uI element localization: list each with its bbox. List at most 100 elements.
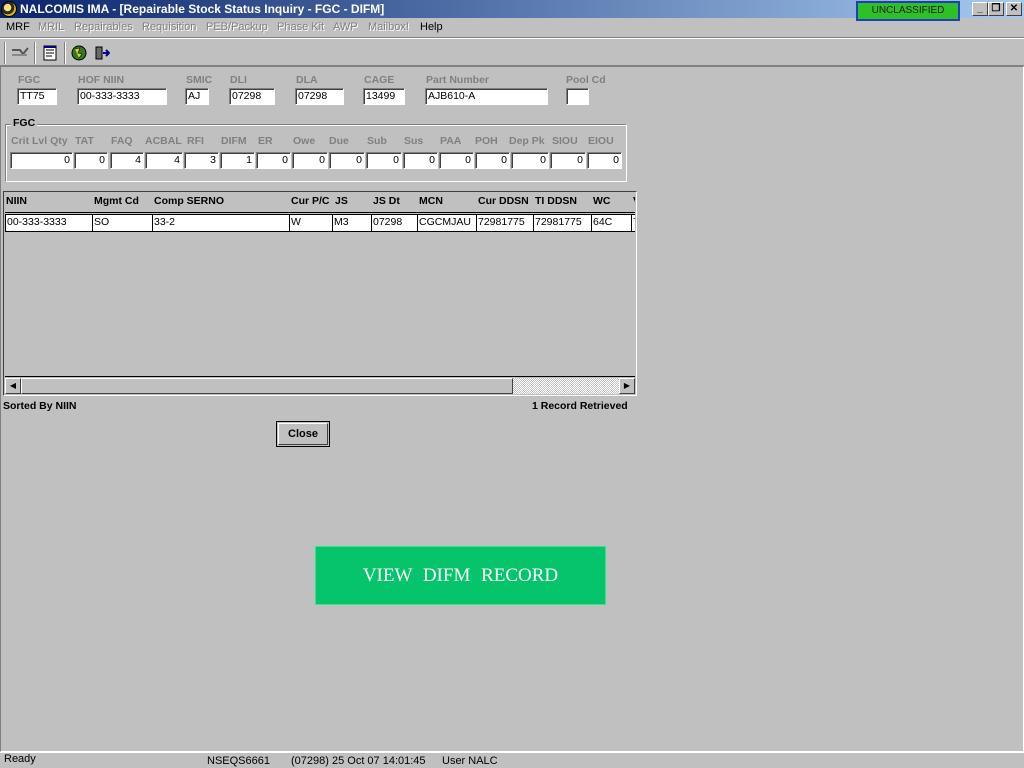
toolbar-separator — [34, 42, 36, 64]
exit-door-icon[interactable] — [91, 42, 113, 64]
smic-field[interactable]: AJ — [185, 88, 209, 105]
table-row-cell-js-dt[interactable]: 07298 — [371, 214, 418, 232]
table-row-cell-js[interactable]: M3 — [332, 214, 372, 232]
column-header-comp-serno[interactable]: Comp SERNO — [154, 195, 224, 207]
close-window-button[interactable]: ✕ — [1006, 2, 1022, 16]
faq-field[interactable]: 4 — [110, 152, 144, 169]
acbal-label: ACBAL — [145, 135, 182, 147]
dep-pk-label: Dep Pk — [509, 135, 545, 147]
tat-field[interactable]: 0 — [74, 152, 108, 169]
column-header-cur-pc[interactable]: Cur P/C — [291, 195, 330, 207]
hof-niin-field[interactable]: 00-333-3333 — [77, 88, 167, 105]
table-row-cell-mcn[interactable]: CGCMJAU — [417, 214, 477, 232]
report-icon[interactable] — [39, 42, 61, 64]
menu-repairables[interactable]: Repairables — [74, 21, 133, 33]
hof-niin-label: HOF NIIN — [78, 74, 125, 86]
menu-awp[interactable]: AWP — [333, 21, 358, 33]
cage-label: CAGE — [364, 74, 395, 86]
fgc-label: FGC — [18, 74, 41, 86]
column-header-js[interactable]: JS — [335, 195, 348, 207]
restore-button[interactable]: ❐ — [988, 2, 1004, 16]
fgc-group-title: FGC — [11, 117, 38, 129]
paa-label: PAA — [440, 135, 462, 147]
status-bar: Ready NSEQS6661 (07298) 25 Oct 07 14:01:… — [0, 752, 1024, 768]
menu-mril[interactable]: MRIL — [38, 21, 64, 33]
column-header-niin[interactable]: NIIN — [6, 195, 27, 207]
poh-field[interactable]: 0 — [475, 152, 510, 169]
toolbar-separator — [4, 42, 6, 64]
sus-field[interactable]: 0 — [403, 152, 438, 169]
menu-requisition[interactable]: Requisition — [142, 21, 196, 33]
horizontal-scrollbar[interactable]: ◀ ▶ — [5, 378, 635, 394]
part-number-field[interactable]: AJB610-A — [425, 88, 548, 105]
table-row-cell-cur-ddsn[interactable]: 72981775 — [476, 214, 534, 232]
dli-label: DLI — [230, 74, 247, 86]
scroll-right-arrow-icon[interactable]: ▶ — [619, 378, 635, 394]
smic-label: SMIC — [186, 74, 213, 86]
due-label: Due — [329, 135, 349, 147]
rfi-field[interactable]: 3 — [184, 152, 219, 169]
table-row-cell-mgmt-cd[interactable]: SO — [92, 214, 153, 232]
siou-label: SIOU — [552, 135, 578, 147]
globe-navigate-icon[interactable] — [68, 42, 90, 64]
scroll-left-arrow-icon[interactable]: ◀ — [5, 378, 21, 394]
sus-label: Sus — [404, 135, 424, 147]
menu-mrf[interactable]: MRF — [6, 21, 30, 33]
column-header-cur-ddsn[interactable]: Cur DDSN — [478, 195, 529, 207]
dep-pk-field[interactable]: 0 — [511, 152, 549, 169]
edit-pen-icon[interactable] — [9, 42, 31, 64]
acbal-field[interactable]: 4 — [145, 152, 183, 169]
eiou-field[interactable]: 0 — [587, 152, 622, 169]
pool-cd-field[interactable] — [566, 88, 589, 105]
table-row-cell-v[interactable]: 7 — [631, 214, 635, 232]
difm-field[interactable]: 1 — [220, 152, 255, 169]
table-row-cell-ti-ddsn[interactable]: 72981775 — [533, 214, 592, 232]
menu-phase-kit[interactable]: Phase Kit — [277, 21, 324, 33]
table-row-cell-wc[interactable]: 64C — [591, 214, 632, 232]
close-button[interactable]: Close — [276, 421, 330, 447]
header-divider — [5, 212, 635, 213]
sub-label: Sub — [367, 135, 387, 147]
minimize-button[interactable]: _ — [972, 2, 988, 16]
er-label: ER — [258, 135, 273, 147]
sub-field[interactable]: 0 — [366, 152, 402, 169]
column-header-wc[interactable]: WC — [593, 195, 611, 207]
app-icon[interactable] — [1, 1, 17, 17]
paa-field[interactable]: 0 — [439, 152, 474, 169]
results-grid[interactable]: NIIN Mgmt Cd Comp SERNO Cur P/C JS JS Dt… — [3, 191, 637, 396]
eiou-label: EIOU — [588, 135, 614, 147]
sorted-by-label: Sorted By NIIN — [3, 400, 77, 412]
column-header-js-dt[interactable]: JS Dt — [373, 195, 400, 207]
menu-help[interactable]: Help — [420, 21, 443, 33]
status-state: Ready — [4, 753, 36, 765]
owe-field[interactable]: 0 — [292, 152, 328, 169]
table-row-cell-niin[interactable]: 00-333-3333 — [5, 214, 93, 232]
column-header-mcn[interactable]: MCN — [419, 195, 443, 207]
menu-peb-packup[interactable]: PEB/Packup — [206, 21, 268, 33]
tat-label: TAT — [75, 135, 94, 147]
faq-label: FAQ — [111, 135, 133, 147]
fgc-field[interactable]: TT75 — [17, 88, 57, 105]
scroll-thumb[interactable] — [21, 378, 513, 394]
menu-bar: MRF MRIL Repairables Requisition PEB/Pac… — [0, 18, 1024, 38]
grid-viewport: NIIN Mgmt Cd Comp SERNO Cur P/C JS JS Dt… — [5, 193, 635, 377]
er-field[interactable]: 0 — [256, 152, 291, 169]
cage-field[interactable]: 13499 — [363, 88, 405, 105]
column-header-ti-ddsn[interactable]: TI DDSN — [535, 195, 577, 207]
crit-lvl-qty-field[interactable]: 0 — [10, 152, 73, 169]
due-field[interactable]: 0 — [329, 152, 365, 169]
status-date-time: (07298) 25 Oct 07 14:01:45 — [291, 755, 426, 767]
records-retrieved-label: 1 Record Retrieved — [532, 400, 628, 412]
part-number-label: Part Number — [426, 74, 490, 86]
dli-field[interactable]: 07298 — [229, 88, 275, 105]
dla-field[interactable]: 07298 — [295, 88, 344, 105]
siou-field[interactable]: 0 — [550, 152, 586, 169]
scroll-track[interactable] — [513, 378, 619, 394]
column-header-mgmt-cd[interactable]: Mgmt Cd — [94, 195, 139, 207]
rfi-label: RFI — [187, 135, 204, 147]
difm-label: DIFM — [221, 135, 247, 147]
table-row-cell-comp-serno[interactable]: 33-2 — [152, 214, 290, 232]
column-header-v[interactable]: V — [633, 195, 635, 207]
menu-mailbox[interactable]: Mailbox! — [368, 21, 409, 33]
table-row-cell-cur-pc[interactable]: W — [289, 214, 333, 232]
